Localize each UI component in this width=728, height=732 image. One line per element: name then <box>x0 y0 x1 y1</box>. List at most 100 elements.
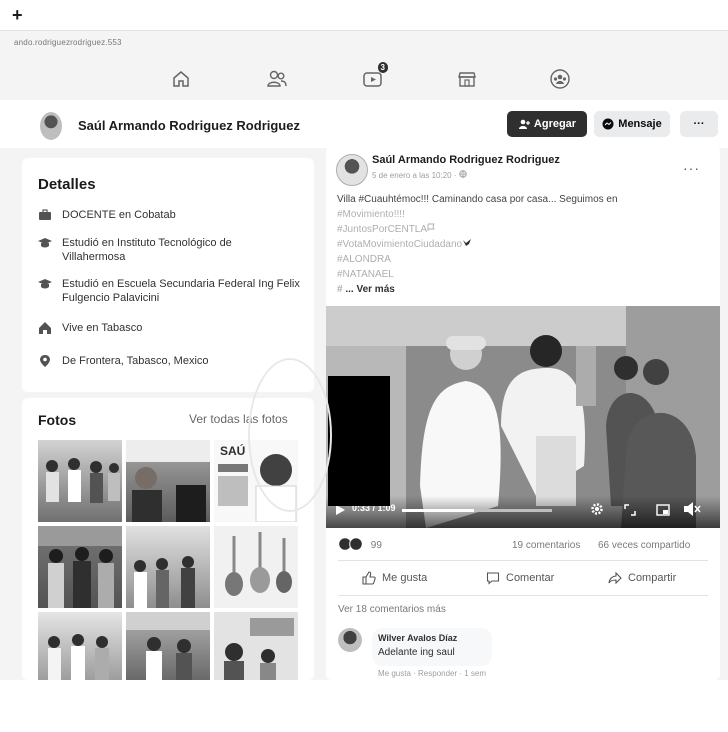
detail-text: Estudió en Escuela Secundaria Federal In… <box>62 278 300 304</box>
add-friend-label: Agregar <box>533 118 577 130</box>
reactions-summary[interactable]: 99 <box>338 537 382 554</box>
post-author-name[interactable]: Saúl Armando Rodriguez Rodriguez <box>372 154 560 166</box>
reactions-count: 99 <box>370 540 382 551</box>
video-settings-button[interactable] <box>590 502 604 516</box>
friends-nav-button[interactable] <box>262 64 292 94</box>
detail-item-education-1: Estudió en Instituto Tecnológico de Vill… <box>38 236 278 264</box>
expand-icon <box>624 504 636 516</box>
post-date-text: 5 de enero a las 10:20 · <box>372 171 459 180</box>
photo-thumbnail[interactable] <box>214 526 298 608</box>
shares-count[interactable]: 66 veces compartido <box>598 540 690 551</box>
post-more-options[interactable]: ··· <box>683 160 700 176</box>
commenter-name[interactable]: Wilver Avalos Díaz <box>378 633 457 643</box>
new-tab-button[interactable]: + <box>12 5 23 26</box>
post-hashtag[interactable]: #JuntosPorCENTLA <box>337 222 436 238</box>
divider <box>338 595 708 596</box>
share-label: Compartir <box>628 572 677 584</box>
post-hashtag[interactable]: #VotaMovimientoCiudadano <box>337 237 472 253</box>
reactions-icon <box>338 537 363 551</box>
volume-button[interactable] <box>682 501 702 517</box>
photo-thumbnail[interactable] <box>214 612 298 680</box>
more-options-button[interactable]: ··· <box>680 111 718 137</box>
photo-thumbnail[interactable] <box>38 526 122 608</box>
man-photo-image <box>126 440 210 522</box>
gear-icon <box>591 503 603 515</box>
home-icon <box>173 71 189 87</box>
post-hashtag[interactable]: #ALONDRA <box>337 252 391 268</box>
browser-tab-strip <box>0 0 728 31</box>
comments-count[interactable]: 19 comentarios <box>512 540 580 551</box>
share-icon <box>608 571 622 585</box>
thumbs-up-icon <box>362 571 376 585</box>
photo-thumbnail[interactable] <box>126 526 210 608</box>
flag-icon <box>427 223 435 231</box>
view-more-comments-link[interactable]: Ver 18 comentarios más <box>338 604 446 615</box>
redaction-box <box>328 376 390 506</box>
marketplace-nav-button[interactable] <box>452 64 482 94</box>
detail-text: Vive en Tabasco <box>62 322 143 334</box>
globe-icon <box>458 170 467 178</box>
post-hashtag: # <box>337 284 343 295</box>
photo-thumbnail[interactable] <box>126 440 210 522</box>
like-button[interactable]: Me gusta <box>362 571 427 585</box>
see-more-text: ... Ver más <box>345 284 395 295</box>
miniplayer-icon <box>656 504 670 516</box>
video-progress-fill <box>402 509 474 512</box>
group-photo-image <box>46 458 120 503</box>
divider <box>338 560 708 561</box>
post-hashtag[interactable]: #NATANAEL <box>337 267 394 283</box>
profile-avatar[interactable] <box>40 112 62 140</box>
more-icon: ··· <box>693 118 705 130</box>
detail-item-lives-in: Vive en Tabasco <box>38 321 278 335</box>
home-icon <box>39 322 51 334</box>
post-author-avatar[interactable] <box>336 154 368 186</box>
miniplayer-button[interactable] <box>656 503 670 516</box>
post-hashtag[interactable]: #Movimiento!!!! <box>337 207 405 223</box>
marketplace-icon <box>458 72 476 87</box>
location-pin-icon <box>40 355 50 367</box>
post-text-line: Villa #Cuauhtémoc!!! Caminando casa por … <box>337 194 618 205</box>
profile-name[interactable]: Saúl Armando Rodriguez Rodriguez <box>78 118 300 133</box>
campaign-banner-image <box>224 618 294 680</box>
add-friend-button[interactable]: Agregar <box>507 111 587 137</box>
fullscreen-button[interactable] <box>624 503 636 516</box>
detail-item-work: DOCENTE en Cobatab <box>38 208 288 222</box>
share-button[interactable]: Compartir <box>608 571 676 585</box>
speaker-icon <box>684 502 701 516</box>
watch-nav-button[interactable]: 3 <box>358 62 388 94</box>
photo-thumbnail[interactable] <box>126 612 210 680</box>
post-hashtag-text: #JuntosPorCENTLA <box>337 224 428 235</box>
groups-nav-button[interactable] <box>545 64 575 94</box>
post-timestamp[interactable]: 5 de enero a las 10:20 · <box>372 170 467 180</box>
photo-thumbnail[interactable] <box>38 440 122 522</box>
event-photo-image <box>126 612 210 680</box>
detail-item-education-2: Estudió en Escuela Secundaria Federal In… <box>38 277 300 305</box>
commenter-avatar[interactable] <box>338 628 362 652</box>
like-label: Me gusta <box>382 572 428 584</box>
comment-icon <box>486 572 500 585</box>
comment-button[interactable]: Comentar <box>486 571 554 585</box>
comment-actions[interactable]: Me gusta · Responder · 1 sem <box>378 669 486 678</box>
briefcase-icon <box>39 209 51 220</box>
comment-label: Comentar <box>506 572 555 584</box>
photo-thumbnail[interactable] <box>38 612 122 680</box>
post-hashtag-text: #VotaMovimientoCiudadano <box>337 239 463 250</box>
comment-text: Adelante ing saul <box>378 647 455 658</box>
see-more-link[interactable]: # ... Ver más <box>337 284 395 295</box>
annotation-circle <box>248 358 332 512</box>
message-button[interactable]: Mensaje <box>594 111 670 137</box>
address-bar[interactable]: ando.rodriguezrodriguez.553 <box>14 38 122 47</box>
top-navigation: 3 <box>140 60 700 98</box>
graduation-cap-icon <box>38 238 52 248</box>
guitars-graphic-image <box>225 532 292 596</box>
photos-title: Fotos <box>38 412 77 428</box>
group-photo-image <box>48 634 109 680</box>
groups-icon <box>550 69 570 89</box>
messenger-icon <box>602 118 614 130</box>
detail-item-from: De Frontera, Tabasco, Mexico <box>38 354 278 368</box>
watch-notification-badge: 3 <box>377 62 388 73</box>
home-nav-button[interactable] <box>166 64 196 94</box>
graduation-cap-icon <box>38 279 52 289</box>
add-friend-icon <box>518 119 530 129</box>
detail-text: De Frontera, Tabasco, Mexico <box>62 355 209 367</box>
